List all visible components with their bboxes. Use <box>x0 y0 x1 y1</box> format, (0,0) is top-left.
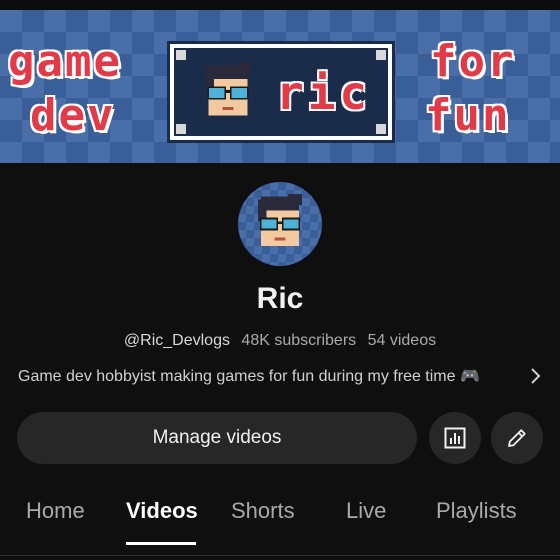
tab-videos[interactable]: Videos <box>126 498 198 524</box>
active-tab-indicator <box>126 542 196 545</box>
video-count: 54 videos <box>367 332 437 349</box>
pixel-face-icon <box>205 62 251 116</box>
edit-channel-button[interactable] <box>491 412 543 464</box>
pencil-icon <box>508 429 526 447</box>
tab-shorts[interactable]: Shorts <box>231 498 295 524</box>
subscriber-count: 48K subscribers <box>241 332 357 349</box>
channel-tabs: Home Videos Shorts Live Playlists <box>0 490 560 546</box>
status-bar <box>0 0 560 10</box>
banner-name-box: ric <box>167 41 395 143</box>
banner-text-fun: fun <box>425 90 511 141</box>
tab-home[interactable]: Home <box>26 498 85 524</box>
channel-description: Game dev hobbyist making games for fun d… <box>18 368 480 385</box>
manage-videos-button[interactable]: Manage videos <box>17 412 417 464</box>
analytics-button[interactable] <box>429 412 481 464</box>
channel-meta: @Ric_Devlogs 48K subscribers 54 videos <box>0 332 560 350</box>
chevron-right-icon <box>531 368 541 384</box>
tab-playlists[interactable]: Playlists <box>436 498 517 524</box>
tabs-divider <box>0 555 560 556</box>
channel-name: Ric <box>256 282 304 315</box>
banner-text-game: game <box>8 36 122 87</box>
channel-avatar[interactable] <box>238 182 322 266</box>
banner-text-for: for <box>430 36 516 87</box>
tab-live[interactable]: Live <box>346 498 386 524</box>
channel-banner: game dev ric for fun <box>0 10 560 163</box>
banner-text-dev: dev <box>30 90 116 141</box>
channel-handle: @Ric_Devlogs <box>123 332 230 349</box>
channel-description-row[interactable]: Game dev hobbyist making games for fun d… <box>18 364 546 388</box>
banner-text-ric: ric <box>276 66 372 120</box>
pixel-face-icon <box>258 194 302 246</box>
analytics-icon <box>444 427 466 449</box>
